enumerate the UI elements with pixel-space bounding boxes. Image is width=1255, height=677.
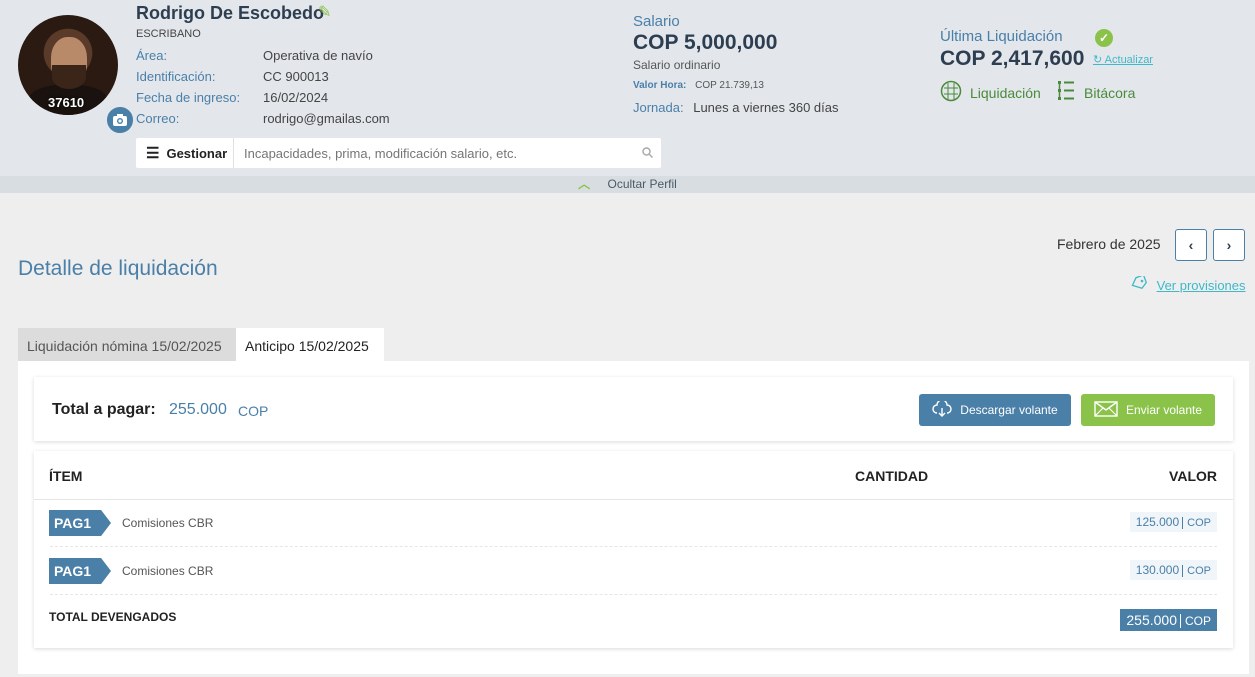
enviar-volante-button[interactable]: Enviar volante: [1081, 394, 1215, 426]
info-label: Fecha de ingreso:: [136, 90, 241, 105]
total-devengados-currency: COP: [1179, 614, 1211, 628]
item-currency: COP: [1182, 517, 1211, 529]
ver-provisiones-label: Ver provisiones: [1156, 278, 1246, 293]
total-label: Total a pagar:: [52, 401, 156, 418]
column-header-valor: VALOR: [1169, 468, 1217, 484]
item-value: 130.000 COP: [1129, 560, 1217, 580]
chevron-up-icon: ︿: [578, 177, 591, 191]
valor-hora-value: COP 21.739,13: [695, 80, 764, 91]
descargar-volante-label: Descargar volante: [960, 403, 1058, 417]
avatar-container: 37610: [18, 15, 135, 135]
salario-amount: COP 5,000,000: [633, 31, 778, 54]
camera-icon[interactable]: [105, 105, 135, 135]
item-value: 125.000 COP: [1129, 512, 1217, 532]
total-card: Total a pagar: 255.000 COP Descargar vol…: [34, 377, 1233, 441]
item-description: Comisiones CBR: [122, 564, 214, 578]
ocultar-perfil-toggle[interactable]: ︿ Ocultar Perfil: [0, 176, 1255, 193]
menu-icon: ☰: [146, 145, 160, 162]
tag-icon: [1131, 274, 1151, 293]
item-description: Comisiones CBR: [122, 516, 214, 530]
actualizar-label: Actualizar: [1104, 54, 1153, 66]
total-devengados-label: TOTAL DEVENGADOS: [49, 610, 177, 624]
ultima-liquidacion-title: Última Liquidación: [940, 28, 1063, 45]
employee-role: ESCRIBANO: [136, 28, 201, 40]
jornada-value: Lunes a viernes 360 días: [693, 100, 839, 115]
employee-name: Rodrigo De Escobedo: [136, 3, 325, 23]
salario-title: Salario: [633, 13, 680, 30]
info-value: rodrigo@gmailas.com: [263, 111, 390, 126]
total-devengados-amount: 255.000: [1126, 612, 1177, 628]
jornada: Jornada: Lunes a viernes 360 días: [633, 100, 839, 115]
bitacora-link[interactable]: Bitácora: [1056, 80, 1135, 105]
avatar-number: 37610: [48, 95, 85, 110]
cloud-download-icon: [932, 398, 952, 420]
column-header-cantidad: CANTIDAD: [855, 468, 929, 484]
salario-type: Salario ordinario: [633, 58, 721, 72]
profile-header: 37610 Rodrigo De Escobedo ✎ ESCRIBANO Ár…: [0, 0, 1255, 193]
liquidacion-label: Liquidación: [970, 84, 1041, 101]
search-input[interactable]: [234, 139, 633, 167]
next-month-button[interactable]: ›: [1213, 229, 1245, 261]
item-amount: 130.000: [1135, 563, 1180, 577]
total-currency: COP: [238, 403, 269, 419]
tab-liquidacion-nomina[interactable]: Liquidación nómina 15/02/2025: [18, 328, 236, 362]
info-label: Identificación:: [136, 69, 216, 84]
prev-month-button[interactable]: ‹: [1175, 229, 1207, 261]
item-currency: COP: [1182, 565, 1211, 577]
items-table: ÍTEM CANTIDAD VALOR PAG1 Comisiones CBR …: [34, 451, 1233, 648]
gestionar-bar: ☰ Gestionar: [136, 138, 661, 168]
table-row: PAG1 Comisiones CBR 130.000 COP: [34, 547, 1233, 595]
column-header-item: ÍTEM: [49, 468, 83, 484]
envelope-icon: [1094, 400, 1118, 420]
edit-pencil-icon[interactable]: ✎: [318, 2, 331, 22]
descargar-volante-button[interactable]: Descargar volante: [919, 394, 1071, 426]
actualizar-link[interactable]: ↻ Actualizar: [1093, 53, 1153, 66]
valor-hora-label: Valor Hora:: [633, 80, 687, 91]
info-value: 16/02/2024: [263, 90, 329, 105]
item-amount: 125.000: [1135, 515, 1180, 529]
table-row: PAG1 Comisiones CBR 125.000 COP: [34, 499, 1233, 547]
chevron-right-icon: ›: [1226, 237, 1232, 253]
ultima-liquidacion-amount: COP 2,417,600: [940, 47, 1085, 70]
month-label: Febrero de 2025: [1057, 236, 1161, 252]
total-value: 255.000: [169, 401, 227, 418]
info-value: Operativa de navío: [263, 48, 373, 63]
tab-anticipo[interactable]: Anticipo 15/02/2025: [236, 328, 384, 362]
search-icon[interactable]: [633, 146, 661, 161]
page-title: Detalle de liquidación: [18, 257, 218, 280]
liquidacion-panel: Total a pagar: 255.000 COP Descargar vol…: [18, 361, 1249, 674]
jornada-label: Jornada:: [633, 100, 684, 115]
valor-hora: Valor Hora: COP 21.739,13: [633, 80, 764, 91]
info-value: CC 900013: [263, 69, 329, 84]
item-tag: PAG1: [49, 558, 111, 584]
liquidacion-icon: [940, 80, 962, 105]
info-label: Correo:: [136, 111, 180, 126]
total-devengados-value: 255.000 COP: [1120, 609, 1217, 631]
ocultar-perfil-label: Ocultar Perfil: [607, 177, 677, 191]
gestionar-label: Gestionar: [166, 145, 228, 161]
check-circle-icon: ✓: [1095, 29, 1113, 47]
chevron-left-icon: ‹: [1188, 237, 1194, 253]
gestionar-button[interactable]: ☰ Gestionar: [136, 138, 234, 168]
bitacora-icon: [1056, 80, 1076, 105]
item-tag: PAG1: [49, 510, 111, 536]
info-label: Área:: [136, 48, 168, 63]
bitacora-label: Bitácora: [1084, 84, 1136, 101]
enviar-volante-label: Enviar volante: [1125, 403, 1203, 417]
refresh-icon: ↻: [1093, 54, 1103, 66]
liquidacion-link[interactable]: Liquidación: [940, 80, 1041, 105]
ver-provisiones-link[interactable]: Ver provisiones: [1131, 274, 1246, 293]
